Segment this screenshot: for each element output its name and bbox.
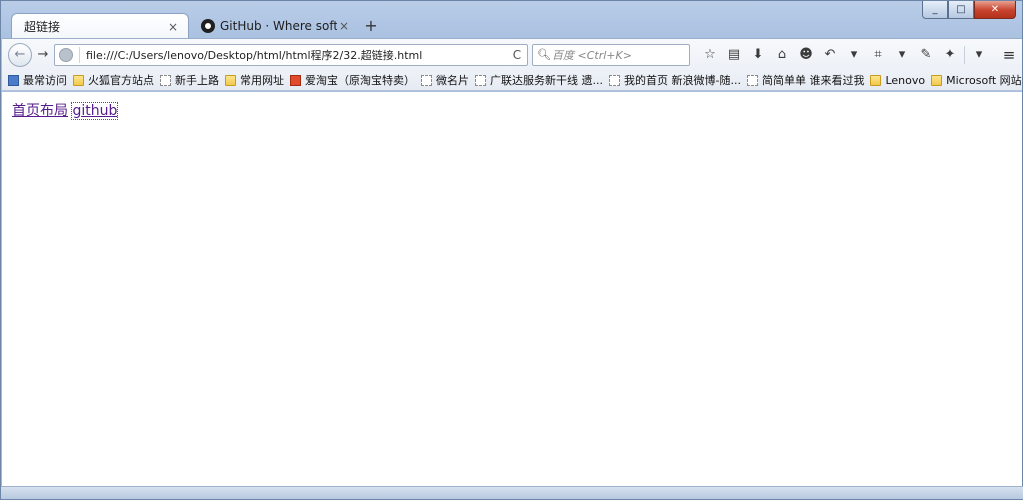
link-row: 首页布局 github [12,100,119,120]
tab-title: GitHub · Where software... [220,19,337,33]
bookmark-item[interactable]: 常用网址 [225,72,284,88]
bookmark-item[interactable]: 最常访问 [8,72,67,88]
page-icon [609,74,620,86]
addon-dropdown-icon[interactable]: ▾ [967,44,991,66]
search-placeholder: 百度 <Ctrl+K> [552,48,632,62]
browser-window: _ □ ✕ 超链接 × GitHub · Where software... ×… [0,0,1023,500]
site-identity-icon[interactable] [59,47,73,62]
tab-hyperlink[interactable]: 超链接 × [11,13,189,39]
close-tab-icon[interactable]: × [337,19,351,33]
folder-icon [73,74,84,86]
bookmark-item[interactable]: 新手上路 [160,72,219,88]
undo-dropdown-icon[interactable]: ▾ [842,44,866,66]
hello-chat-icon[interactable]: ☻ [794,44,818,66]
bookmark-item[interactable]: 微名片 [421,72,469,88]
maximize-button[interactable]: □ [948,1,974,19]
bookmarks-menu-icon[interactable]: ▤ [722,44,746,66]
close-window-button[interactable]: ✕ [974,1,1016,19]
taobao-icon [290,74,301,86]
bookmark-item[interactable]: Microsoft 网站 [931,72,1022,88]
bookmark-item[interactable]: 爱淘宝（原淘宝特卖） [290,72,415,88]
new-tab-button[interactable]: + [359,13,383,39]
close-tab-icon[interactable]: × [166,20,180,34]
navigation-toolbar: ← → file:///C:/Users/lenovo/Desktop/html… [2,38,1022,70]
tab-github[interactable]: GitHub · Where software... × [189,13,359,39]
page-icon [746,74,758,86]
page-icon [421,74,432,86]
undo-icon[interactable]: ↶ [818,44,842,66]
home-icon[interactable]: ⌂ [770,44,794,66]
tab-strip: 超链接 × GitHub · Where software... × + [11,12,383,39]
search-input[interactable]: 🔍︎ 百度 <Ctrl+K> [532,43,690,66]
folder-icon [225,74,236,86]
minimize-button[interactable]: _ [922,1,948,19]
folder-icon [870,74,882,86]
page-icon [160,74,171,86]
bookmark-star-icon[interactable]: ☆ [698,44,722,66]
tab-title: 超链接 [24,20,61,34]
comment-icon[interactable]: ✎ [914,44,938,66]
screenshot-icon[interactable]: ⌗ [866,44,890,66]
github-icon [201,19,215,33]
toolbar-icons: ☆ ▤ ⬇ ⌂ ☻ ↶ ▾ ⌗ ▾ ✎ ✦ ▾ [698,44,991,66]
url-text[interactable]: file:///C:/Users/lenovo/Desktop/html/htm… [79,46,507,63]
bookmarks-bar: 最常访问 火狐官方站点 新手上路 常用网址 爱淘宝（原淘宝特卖） 微名片 广联达… [2,70,1023,91]
back-button[interactable]: ← [8,42,32,67]
search-icon: 🔍︎ [537,48,551,61]
bookmark-item[interactable]: 我的首页 新浪微博-随... [609,72,741,88]
most-visited-icon [8,74,19,86]
open-menu-button[interactable]: ≡ [997,46,1021,64]
window-bottom-frame [1,486,1023,499]
bookmark-item[interactable]: 火狐官方站点 [73,72,154,88]
home-layout-link[interactable]: 首页布局 [12,103,68,119]
forward-button[interactable]: → [34,45,52,65]
page-content: 首页布局 github [2,92,1022,488]
address-bar[interactable]: file:///C:/Users/lenovo/Desktop/html/htm… [54,43,528,66]
addon-icon[interactable]: ✦ [938,44,962,66]
bookmark-item[interactable]: Lenovo [870,74,925,87]
download-icon[interactable]: ⬇ [746,44,770,66]
window-caption-buttons: _ □ ✕ [922,1,1016,20]
bookmark-item[interactable]: 广联达服务新干线 遗... [475,72,603,88]
page-icon [475,74,486,86]
reload-icon[interactable]: C [507,48,527,62]
bookmark-item[interactable]: 简简单单 谁来看过我 [746,72,864,88]
github-link[interactable]: github [71,102,119,120]
toolbar-separator [964,45,965,64]
screenshot-dropdown-icon[interactable]: ▾ [890,44,914,66]
folder-icon [931,74,943,86]
